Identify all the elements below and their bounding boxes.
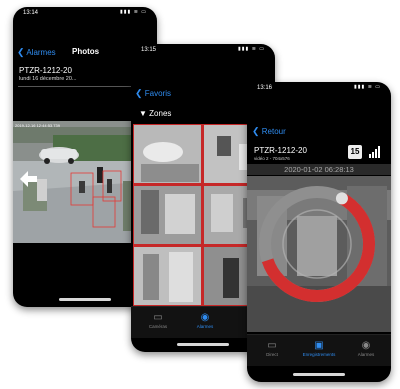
- zones-filter[interactable]: ▼ Zones: [139, 109, 171, 118]
- photo-timestamp: 2019-12-16 12:44:53.739: [15, 123, 60, 128]
- calendar-icon[interactable]: 15: [348, 145, 362, 159]
- broadcast-icon: ◉: [361, 340, 371, 351]
- photo-date: lundi 16 décembre 20...: [19, 76, 77, 82]
- home-indicator: [177, 343, 229, 346]
- status-bar: 13:14 ▮▮▮ ≋ ▭: [13, 7, 157, 19]
- chevron-left-icon: ❮: [17, 47, 25, 57]
- status-icons: ▮▮▮ ≋ ▭: [120, 9, 147, 15]
- tab-label: Caméras: [148, 324, 168, 329]
- video-info: vidéo 2 - 704x576: [254, 156, 290, 161]
- tab-recordings[interactable]: ▣ Enregistrements: [294, 340, 344, 357]
- recordings-icon: ▣: [314, 340, 324, 351]
- tab-bar: ▭ Direct ▣ Enregistrements ◉ Alarmes: [247, 334, 391, 366]
- nav-bar: ❮ Retour: [247, 126, 391, 140]
- back-button[interactable]: ❮ Retour: [252, 126, 286, 137]
- ring-handle[interactable]: [335, 192, 348, 205]
- status-time: 13:14: [23, 10, 39, 16]
- status-bar: 13:16 ▮▮▮ ≋ ▭: [247, 82, 391, 94]
- status-icons: ▮▮▮ ≋ ▭: [354, 84, 381, 90]
- chevron-left-icon: ❮: [135, 88, 143, 98]
- recording-timestamp: 2020-01-02 06:28:13: [247, 164, 391, 175]
- video-player[interactable]: [247, 176, 391, 332]
- zones-label: Zones: [149, 109, 172, 118]
- calendar-badge: 15: [350, 147, 360, 156]
- status-icons: ▮▮▮ ≋ ▭: [238, 46, 265, 52]
- tab-label: Enregistrements: [302, 352, 336, 357]
- tab-label: Direct: [266, 352, 278, 357]
- phone-recordings: 13:16 ▮▮▮ ≋ ▭ ❮ Retour PTZR-1212-20 vidé…: [247, 82, 391, 382]
- video-camera-icon: ▭: [153, 312, 163, 323]
- timeline-ring[interactable]: [247, 176, 391, 332]
- camera-name: PTZR-1212-20: [19, 66, 72, 75]
- back-button[interactable]: ❮ Alarmes: [17, 47, 56, 58]
- back-button[interactable]: ❮ Favoris: [135, 88, 171, 99]
- broadcast-icon: ◉: [200, 312, 210, 323]
- back-label: Favoris: [144, 89, 172, 98]
- camera-name: PTZR-1212-20: [254, 146, 307, 155]
- filter-icon: ▼: [139, 109, 147, 118]
- video-camera-icon: ▭: [267, 340, 277, 351]
- back-label: Alarmes: [26, 48, 56, 57]
- signal-icon: [369, 146, 380, 158]
- status-time: 13:15: [141, 47, 157, 53]
- status-time: 13:16: [257, 85, 273, 91]
- tab-cameras[interactable]: ▭ Caméras: [133, 312, 183, 329]
- tab-label: Alarmes: [357, 352, 375, 357]
- home-indicator: [59, 298, 111, 301]
- home-indicator: [293, 373, 345, 376]
- chevron-left-icon: ❮: [252, 126, 260, 136]
- tab-direct[interactable]: ▭ Direct: [247, 340, 297, 357]
- tab-alarms[interactable]: ◉ Alarmes: [180, 312, 230, 329]
- tab-label: Alarmes: [196, 324, 214, 329]
- page-title: Photos: [72, 47, 100, 56]
- status-bar: 13:15 ▮▮▮ ≋ ▭: [131, 44, 275, 56]
- ring-inner: [282, 209, 352, 279]
- back-label: Retour: [261, 127, 286, 136]
- tab-alarms[interactable]: ◉ Alarmes: [341, 340, 391, 357]
